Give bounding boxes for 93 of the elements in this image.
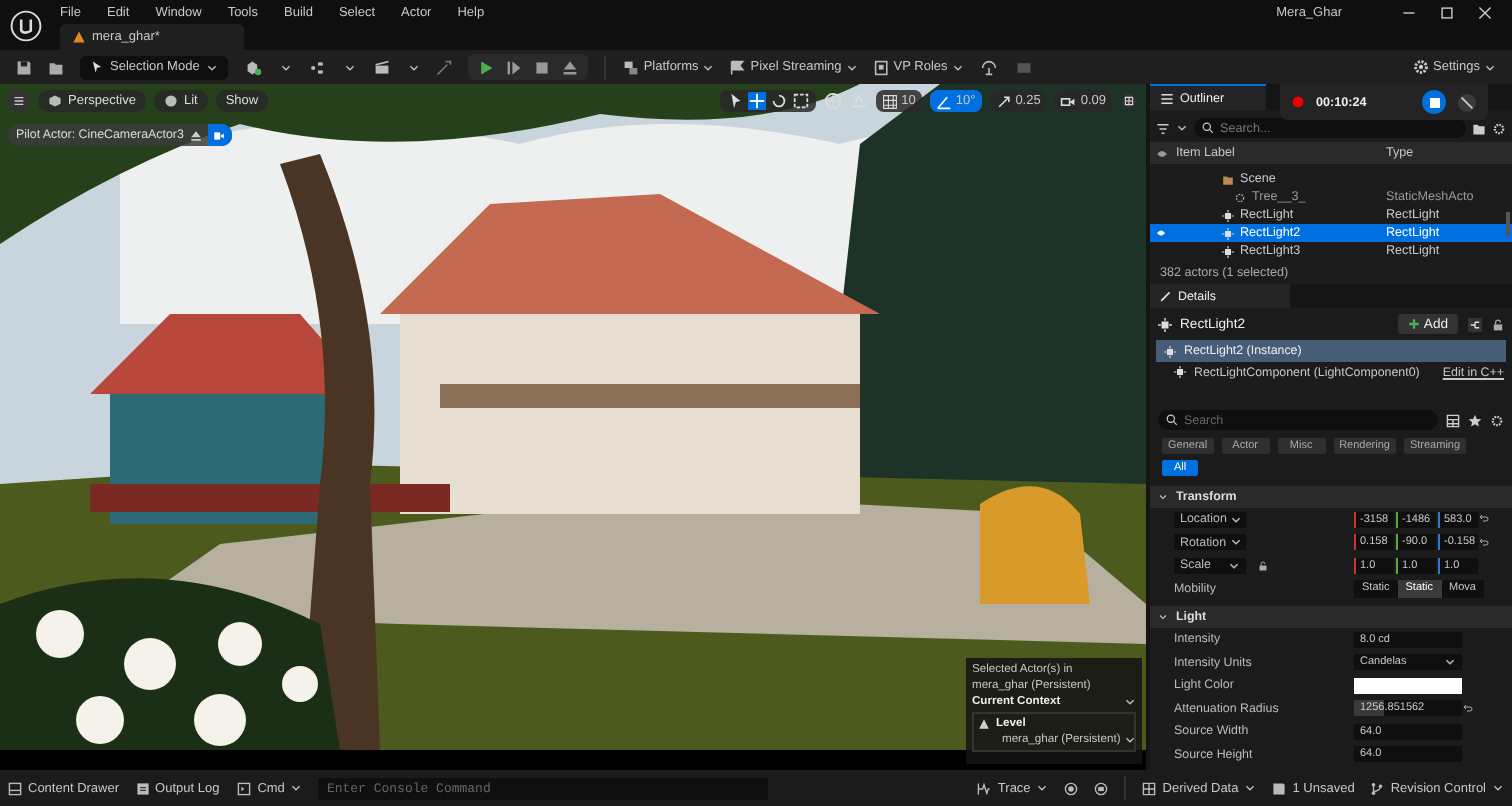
move-icon[interactable] — [747, 92, 766, 110]
step-icon[interactable] — [505, 59, 522, 75]
cube-icon — [48, 94, 62, 108]
light-icon — [1164, 345, 1176, 357]
light-icon — [1222, 209, 1234, 221]
camera-icon[interactable] — [1094, 781, 1109, 795]
sphere-icon — [163, 94, 178, 108]
lock-icon — [1258, 559, 1268, 572]
platforms-icon — [621, 59, 640, 75]
filter-icon[interactable] — [1156, 121, 1170, 135]
broadcast-icon[interactable] — [979, 59, 998, 75]
save-icon[interactable] — [16, 59, 32, 75]
plus-icon — [1407, 318, 1420, 330]
search-icon — [1166, 414, 1178, 426]
globe-icon[interactable] — [823, 92, 842, 110]
caret-icon — [279, 61, 292, 73]
light-icon — [1222, 227, 1234, 239]
lock-icon[interactable] — [1492, 317, 1504, 331]
log-icon — [135, 781, 150, 795]
caret-icon — [205, 61, 218, 73]
eject-icon[interactable] — [561, 59, 578, 75]
caret-icon[interactable] — [1158, 612, 1168, 622]
caret-icon[interactable] — [1158, 492, 1168, 502]
caret-icon — [343, 61, 356, 73]
flag-icon — [730, 59, 747, 75]
caret-icon — [951, 61, 964, 73]
eject-icon[interactable] — [189, 129, 202, 141]
folder-icon[interactable] — [48, 59, 64, 75]
resize-icon — [995, 93, 1012, 109]
table-icon[interactable] — [1446, 413, 1460, 427]
angle-icon — [935, 93, 952, 109]
search-icon — [1202, 122, 1214, 134]
caret-icon — [1124, 696, 1136, 708]
badge-icon — [873, 59, 890, 75]
level-icon — [978, 718, 990, 730]
scale-icon[interactable] — [791, 92, 810, 110]
caret-icon — [407, 61, 420, 73]
layout-icon[interactable] — [1120, 92, 1138, 110]
caret-icon — [1124, 734, 1137, 746]
caret-icon — [1444, 656, 1456, 669]
close-icon[interactable] — [1478, 5, 1492, 19]
reset-icon[interactable] — [1478, 514, 1490, 525]
maximize-icon[interactable] — [1440, 5, 1454, 19]
menu-icon[interactable] — [8, 90, 30, 112]
caret-icon — [1176, 122, 1188, 134]
save-icon — [1272, 781, 1287, 795]
light-icon — [1222, 245, 1234, 257]
caret-icon — [1036, 782, 1049, 794]
camera-icon — [1060, 93, 1077, 109]
eye-icon[interactable] — [1154, 228, 1168, 238]
camera-off-icon[interactable] — [1458, 93, 1476, 111]
play-icon[interactable] — [477, 59, 494, 75]
caret-icon — [1484, 61, 1496, 73]
nodes-icon[interactable] — [307, 59, 328, 75]
caret-icon — [1244, 782, 1257, 794]
add-cube-icon[interactable] — [243, 59, 264, 75]
list-icon — [1160, 91, 1174, 105]
camera-button[interactable] — [207, 124, 232, 146]
rotate-icon[interactable] — [769, 92, 788, 110]
grid-icon — [881, 93, 898, 109]
branch-icon — [1370, 781, 1385, 795]
stop-icon — [1429, 97, 1439, 107]
level-icon — [72, 30, 86, 44]
trace-icon — [975, 781, 992, 795]
caret-icon — [1492, 782, 1504, 794]
folder-icon — [1222, 173, 1234, 185]
reset-icon[interactable] — [1462, 703, 1474, 714]
color-swatch[interactable] — [1354, 677, 1462, 694]
eye-icon — [1154, 147, 1170, 159]
camera-icon — [212, 129, 227, 141]
clapper-icon[interactable] — [371, 59, 392, 75]
gear-icon — [1234, 191, 1246, 203]
pencil-icon — [1160, 290, 1172, 302]
caret-icon — [845, 61, 858, 73]
settings-icon[interactable] — [1490, 413, 1504, 427]
light-icon — [1158, 317, 1172, 331]
caret-icon — [290, 782, 303, 794]
recording-dot-icon — [1292, 96, 1304, 108]
reset-icon[interactable] — [1478, 537, 1490, 548]
drawer-icon — [8, 781, 22, 795]
record-icon[interactable] — [1064, 781, 1079, 795]
stop-recording-button[interactable] — [1422, 90, 1446, 114]
grid-icon — [1142, 781, 1157, 795]
cursor-icon — [90, 60, 104, 74]
settings-icon — [1411, 58, 1429, 76]
stop-icon[interactable] — [533, 59, 550, 75]
caret-icon — [702, 61, 715, 73]
settings-icon[interactable] — [1492, 121, 1506, 135]
hierarchy-icon[interactable] — [1466, 317, 1484, 331]
star-icon[interactable] — [1468, 413, 1482, 427]
light-icon — [1174, 366, 1186, 378]
terminal-icon — [235, 781, 252, 795]
logo-icon — [10, 9, 42, 41]
